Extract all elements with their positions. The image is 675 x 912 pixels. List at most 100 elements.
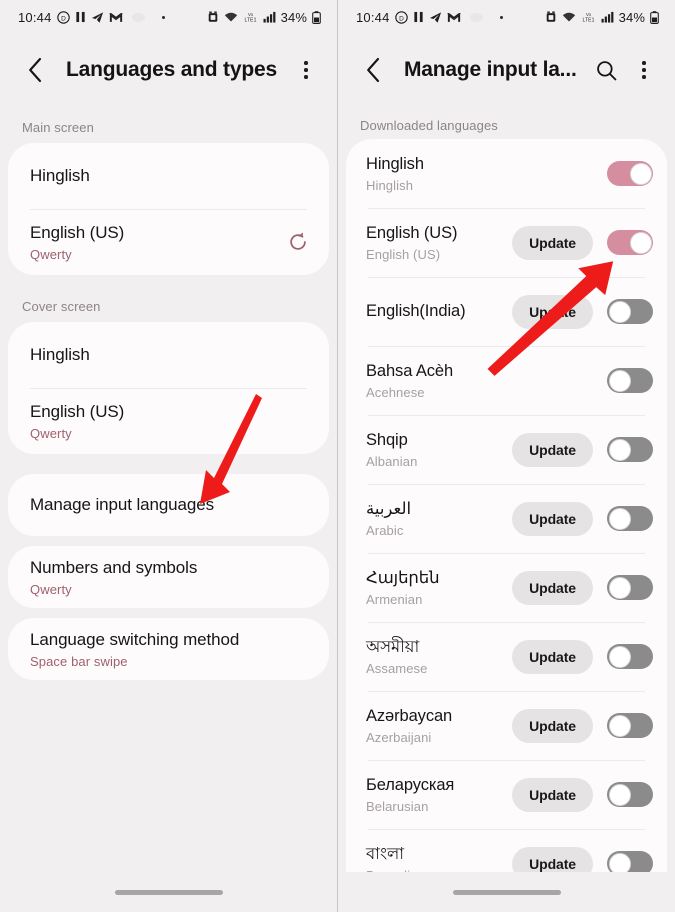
right-content-scroll[interactable]: Downloaded languages Hinglish Hinglish Eng… <box>338 106 675 872</box>
toggle-knob <box>608 576 631 599</box>
chevron-left-icon <box>28 57 41 83</box>
refresh-icon[interactable] <box>287 231 309 253</box>
pause-icon <box>75 11 86 23</box>
row-text: العربية Arabic <box>366 499 512 538</box>
update-button[interactable]: Update <box>512 432 593 467</box>
language-toggle[interactable] <box>607 437 653 462</box>
update-button[interactable]: Update <box>512 225 593 260</box>
toggle-knob <box>608 714 631 737</box>
search-button[interactable] <box>589 53 623 87</box>
main-screen-card: Hinglish English (US) Qwerty <box>8 143 329 275</box>
list-item[interactable]: Hinglish <box>8 322 329 388</box>
toggle-knob <box>608 507 631 530</box>
list-item[interactable]: English (US) Qwerty <box>8 388 329 454</box>
back-button[interactable] <box>358 55 388 85</box>
language-toggle[interactable] <box>607 851 653 872</box>
language-switching-method-row[interactable]: Language switching method Space bar swip… <box>8 618 329 680</box>
battery-percentage: 34% <box>618 9 645 25</box>
more-options-button[interactable] <box>289 53 323 87</box>
row-title: Manage input languages <box>30 495 215 515</box>
language-toggle[interactable] <box>607 368 653 393</box>
navigation-bar-right <box>338 872 675 912</box>
numbers-and-symbols-row[interactable]: Numbers and symbols Qwerty <box>8 546 329 608</box>
row-text: Bahsa Acèh Acehnese <box>366 361 607 400</box>
status-bar-left-group: 10:44 D <box>356 10 503 25</box>
row-text: English(India) <box>366 301 512 322</box>
update-button[interactable]: Update <box>512 570 593 605</box>
language-toggle[interactable] <box>607 230 653 255</box>
more-options-icon <box>304 61 308 79</box>
language-toggle[interactable] <box>607 782 653 807</box>
language-english-name: Acehnese <box>366 384 425 400</box>
update-button[interactable]: Update <box>512 294 593 329</box>
svg-text:Vo: Vo <box>248 12 254 17</box>
language-toggle[interactable] <box>607 161 653 186</box>
right-phone-screen: 10:44 D Vo LTE1 34% Manage input la... D… <box>337 0 675 912</box>
row-title: Numbers and symbols <box>30 558 198 578</box>
language-toggle[interactable] <box>607 506 653 531</box>
language-row[interactable]: Bahsa Acèh Acehnese <box>346 346 667 415</box>
language-row[interactable]: Беларуская Belarusian Update <box>346 760 667 829</box>
list-item[interactable]: Hinglish <box>8 143 329 209</box>
pause-circle-icon: D <box>394 10 408 24</box>
alarm-icon <box>207 11 219 23</box>
row-subtitle: Space bar swipe <box>30 653 128 669</box>
language-english-name: Arabic <box>366 522 404 538</box>
wifi-icon <box>224 11 238 23</box>
language-row[interactable]: English (US) English (US) Update <box>346 208 667 277</box>
gmail-icon <box>447 12 461 23</box>
status-bar-right-group: Vo LTE1 34% <box>207 10 321 25</box>
list-item[interactable]: English (US) Qwerty <box>8 209 329 275</box>
dual-screenshot-frame: 10:44 D Vo LTE1 34% Languages and types … <box>0 0 675 912</box>
back-button[interactable] <box>20 55 50 85</box>
language-row[interactable]: العربية Arabic Update <box>346 484 667 553</box>
row-text: Hinglish <box>30 165 309 186</box>
language-toggle[interactable] <box>607 575 653 600</box>
language-row[interactable]: Shqip Albanian Update <box>346 415 667 484</box>
update-button[interactable]: Update <box>512 708 593 743</box>
language-row[interactable]: Hinglish Hinglish <box>346 139 667 208</box>
update-button[interactable]: Update <box>512 777 593 812</box>
row-text: English (US) Qwerty <box>30 401 309 440</box>
update-button[interactable]: Update <box>512 846 593 872</box>
home-gesture-pill[interactable] <box>452 889 561 895</box>
manage-input-languages-row[interactable]: Manage input languages <box>8 474 329 536</box>
battery-icon <box>650 10 659 24</box>
language-toggle[interactable] <box>607 644 653 669</box>
language-english-name: Azerbaijani <box>366 729 432 745</box>
language-row[interactable]: Azərbaycan Azerbaijani Update <box>346 691 667 760</box>
status-bar-right: 10:44 D Vo LTE1 34% <box>338 0 675 34</box>
language-row[interactable]: Հայերեն Armenian Update <box>346 553 667 622</box>
row-title: Hinglish <box>30 166 90 186</box>
update-button[interactable]: Update <box>512 639 593 674</box>
row-title: English (US) <box>30 223 125 243</box>
language-native-name: Hinglish <box>366 155 424 174</box>
svg-text:D: D <box>61 15 66 22</box>
svg-text:LTE1: LTE1 <box>244 18 256 23</box>
toggle-knob <box>629 231 652 254</box>
more-options-button[interactable] <box>627 53 661 87</box>
row-subtitle: Qwerty <box>30 581 72 597</box>
home-gesture-pill[interactable] <box>114 889 223 895</box>
left-content-scroll[interactable]: Main screen Hinglish English (US) Qwerty <box>0 106 337 872</box>
language-row[interactable]: English(India) Update <box>346 277 667 346</box>
toggle-knob <box>608 300 631 323</box>
language-toggle[interactable] <box>607 713 653 738</box>
app-bar-right: Manage input la... <box>338 34 675 106</box>
toggle-knob <box>608 852 631 872</box>
gmail-icon <box>109 12 123 23</box>
chevron-left-icon <box>366 57 379 83</box>
dot-icon <box>499 15 503 19</box>
toggle-knob <box>608 369 631 392</box>
row-text: English (US) English (US) <box>366 223 512 262</box>
language-toggle[interactable] <box>607 299 653 324</box>
update-button[interactable]: Update <box>512 501 593 536</box>
language-row[interactable]: বাংলা BengaliUpdate <box>346 829 667 872</box>
language-row[interactable]: অসমীয়া Assamese Update <box>346 622 667 691</box>
app-bar-left: Languages and types <box>0 34 337 106</box>
row-text: Azərbaycan Azerbaijani <box>366 706 512 745</box>
language-native-name: Azərbaycan <box>366 707 453 726</box>
toggle-knob <box>608 645 631 668</box>
page-title: Languages and types <box>66 58 277 81</box>
status-bar-left: 10:44 D Vo LTE1 34% <box>0 0 337 34</box>
